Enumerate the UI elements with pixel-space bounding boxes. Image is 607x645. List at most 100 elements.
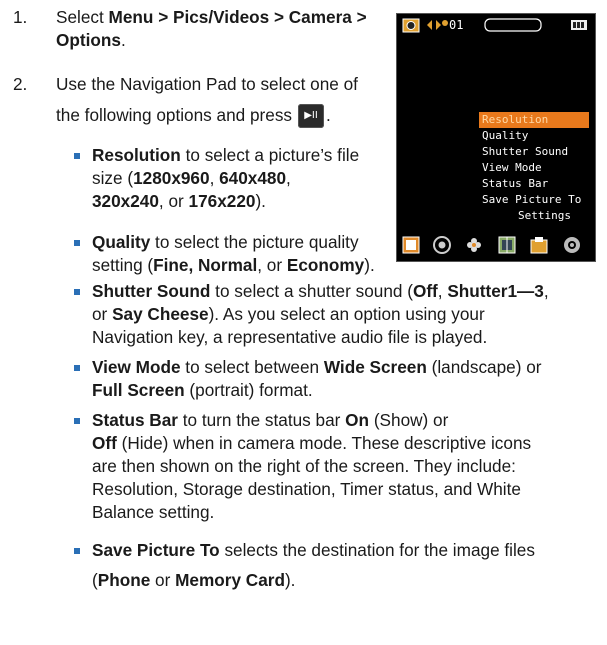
bullet-icon — [74, 289, 80, 295]
option-resolution-line1: Resolution to select a picture’s file — [92, 144, 359, 167]
option-statusbar-desc-3: (Hide) when in camera mode. These descri… — [116, 433, 532, 453]
option-resolution-line2: size (1280x960, 640x480, — [92, 167, 291, 190]
option-savepicture-desc: selects the destination for the image fi… — [219, 540, 535, 560]
option-statusbar-value-1: On — [345, 410, 370, 430]
option-resolution-sep-2: , — [286, 168, 291, 188]
option-viewmode-desc-3: (portrait) format. — [184, 380, 313, 400]
option-viewmode-line2: Full Screen (portrait) format. — [92, 379, 313, 402]
option-quality-end: ). — [364, 255, 375, 275]
option-shutter-line1: Shutter Sound to select a shutter sound … — [92, 280, 549, 303]
bottom-toolbar — [402, 236, 580, 254]
menu-item-view-mode[interactable]: View Mode — [479, 160, 589, 176]
option-shutter-line2: or Say Cheese). As you select an option … — [92, 303, 485, 326]
option-resolution-sep-1: , — [209, 168, 220, 188]
option-statusbar-title: Status Bar — [92, 410, 178, 430]
option-statusbar-line5: Balance setting. — [92, 502, 215, 522]
status-bar — [402, 18, 587, 33]
zoom-icon — [427, 20, 448, 30]
option-shutter-desc-2: ). As you select an option using your — [208, 304, 485, 324]
option-statusbar-line1: Status Bar to turn the status bar On (Sh… — [92, 409, 448, 432]
menu-item-settings[interactable]: Settings — [479, 208, 589, 224]
step-1-text: Select Menu > Pics/Videos > Camera > Opt… — [56, 6, 396, 52]
menu-item-status-bar[interactable]: Status Bar — [479, 176, 589, 192]
folder-icon[interactable] — [530, 237, 548, 254]
step-2-line1: Use the Navigation Pad to select one of — [56, 74, 358, 94]
option-savepicture-title: Save Picture To — [92, 540, 220, 560]
option-resolution-desc: to select a picture’s file — [180, 145, 360, 165]
option-quality-title: Quality — [92, 232, 151, 252]
option-quality-value-1: Fine, Normal — [153, 255, 258, 275]
option-resolution-or: , or — [158, 191, 189, 211]
play-pause-key-icon: ▶II — [298, 104, 325, 129]
bullet-icon — [74, 240, 80, 246]
option-shutter-desc: to select a shutter sound ( — [210, 281, 413, 301]
option-shutter-or: or — [92, 304, 113, 324]
camera-icon — [402, 18, 420, 33]
option-viewmode-line1: View Mode to select between Wide Screen … — [92, 356, 542, 379]
shot-counter: 01 — [449, 18, 464, 32]
option-quality-desc: to select the picture quality — [150, 232, 359, 252]
play-pause-key-label: ▶II — [304, 110, 318, 122]
option-statusbar-line3: are then shown on the right of the scree… — [92, 456, 516, 476]
step-1-number: 1. — [13, 7, 28, 27]
option-resolution-value-1: 1280x960 — [133, 168, 210, 188]
step-1-post: . — [120, 30, 126, 50]
option-statusbar-line4: Resolution, Storage destination, Timer s… — [92, 479, 521, 499]
option-savepicture-value-2: Memory Card — [175, 570, 285, 590]
step-2-line2-end: . — [326, 105, 331, 125]
menu-item-shutter-sound[interactable]: Shutter Sound — [479, 144, 589, 160]
step-2-number: 2. — [13, 74, 28, 94]
option-statusbar-line2: Off (Hide) when in camera mode. These de… — [92, 432, 531, 455]
bullet-icon — [74, 418, 80, 424]
option-viewmode-value-2: Full Screen — [92, 380, 185, 400]
option-shutter-line3: Navigation key, a representative audio f… — [92, 327, 488, 347]
option-savepicture-end: ). — [284, 570, 296, 590]
flower-icon[interactable] — [467, 238, 481, 252]
option-resolution-value-2: 640x480 — [219, 168, 287, 188]
option-resolution-value-3: 320x240 — [92, 191, 159, 211]
option-quality-line2: setting (Fine, Normal, or Economy). — [92, 254, 375, 277]
step-2-line2-text: the following options and press — [56, 105, 293, 125]
option-viewmode-title: View Mode — [92, 357, 181, 377]
step-1-pre: Select — [56, 7, 109, 27]
option-savepicture-value-1: Phone — [97, 570, 151, 590]
option-statusbar-value-2: Off — [92, 433, 117, 453]
option-shutter-value-3: Say Cheese — [112, 304, 209, 324]
menu-item-quality[interactable]: Quality — [479, 128, 589, 144]
option-savepicture-or: or — [150, 570, 176, 590]
phone-screen: 01 Resolution Quality Shutter Sound View… — [396, 13, 596, 262]
option-savepicture-line1: Save Picture To selects the destination … — [92, 539, 535, 562]
option-shutter-title: Shutter Sound — [92, 281, 211, 301]
option-statusbar-desc-2: (Show) or — [369, 410, 449, 430]
option-shutter-sep-2: , — [543, 281, 549, 301]
options-menu: Resolution Quality Shutter Sound View Mo… — [479, 112, 589, 224]
option-resolution-title: Resolution — [92, 145, 181, 165]
option-shutter-value-1: Off — [412, 281, 438, 301]
option-resolution-size-pre: size ( — [92, 168, 134, 188]
option-savepicture-line2: (Phone or Memory Card). — [92, 569, 295, 592]
step-2-line2: the following options and press ▶II. — [56, 104, 331, 129]
option-shutter-sep-1: , — [437, 281, 448, 301]
option-resolution-value-4: 176x220 — [188, 191, 256, 211]
option-quality-or: , or — [257, 255, 287, 275]
option-statusbar-desc: to turn the status bar — [177, 410, 346, 430]
menu-item-resolution[interactable]: Resolution — [479, 112, 589, 128]
option-resolution-end: ). — [255, 191, 266, 211]
effects-icon[interactable] — [433, 236, 451, 254]
battery-icon — [571, 20, 587, 30]
option-quality-value-2: Economy — [286, 255, 365, 275]
option-viewmode-value-1: Wide Screen — [323, 357, 427, 377]
option-viewmode-desc: to select between — [180, 357, 324, 377]
option-quality-line1: Quality to select the picture quality — [92, 231, 359, 254]
bullet-icon — [74, 153, 80, 159]
menu-item-save-picture-to[interactable]: Save Picture To — [479, 192, 589, 208]
bullet-icon — [74, 548, 80, 554]
option-viewmode-desc-2: (landscape) or — [426, 357, 542, 377]
mode-icon[interactable] — [402, 236, 420, 254]
option-quality-pre: setting ( — [92, 255, 154, 275]
settings-icon[interactable] — [564, 237, 580, 253]
option-shutter-value-2: Shutter1—3 — [447, 281, 544, 301]
option-resolution-line3: 320x240, or 176x220). — [92, 190, 266, 213]
memory-bar-icon — [484, 18, 542, 32]
frame-icon[interactable] — [498, 236, 516, 254]
